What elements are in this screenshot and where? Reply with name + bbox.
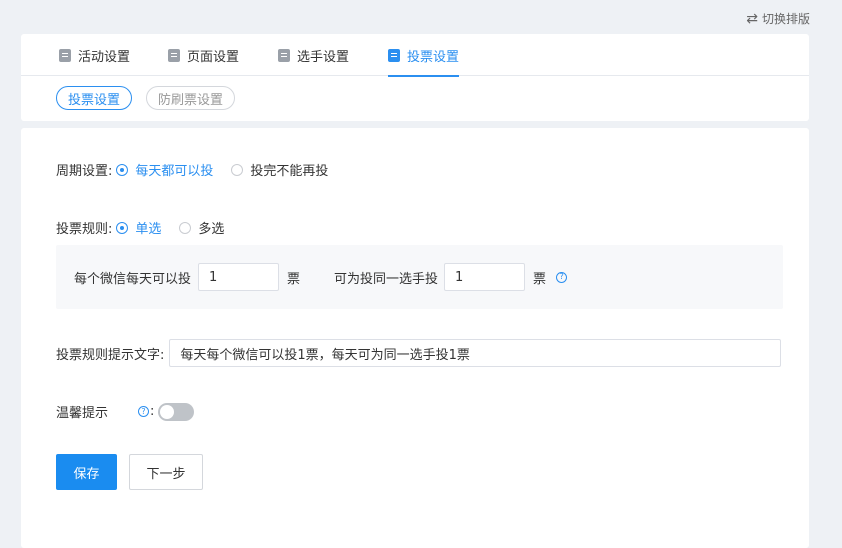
radio-multi-choice[interactable]: 多选 [179,218,224,237]
top-bar: ⇄ 切换排版 [0,0,842,34]
radio-circle-icon [116,221,129,234]
tab-player-settings[interactable]: 选手设置 [278,34,349,76]
action-buttons: 保存 下一步 [56,454,203,490]
tab-label: 页面设置 [187,49,240,65]
radio-circle-icon [231,163,244,176]
votes-unit-label: 票 [287,271,301,287]
player-icon [278,48,290,62]
votes-unit-label: 票 [533,271,547,287]
tip-text-label: 投票规则提示文字: [56,347,165,363]
settings-nav-card: 活动设置 页面设置 选手设置 投票设置 投票设置 防刷票设置 [21,34,809,121]
tab-page-settings[interactable]: 页面设置 [168,34,239,76]
cycle-setting-label: 周期设置: [56,164,113,179]
subtab-bar: 投票设置 防刷票设置 [56,86,236,110]
subtab-anti-cheat-settings[interactable]: 防刷票设置 [146,86,236,110]
same-player-label: 可为投同一选手投 [334,271,439,287]
radio-label: 每天都可以投 [135,164,214,179]
radio-circle-icon [116,163,129,176]
tip-text-row: 投票规则提示文字: [56,339,782,367]
page-icon [168,48,180,62]
switch-layout-label: 切换排版 [761,12,810,26]
save-button[interactable]: 保存 [56,454,117,490]
tab-label: 活动设置 [78,49,131,65]
swap-icon: ⇄ [746,10,758,27]
tab-label: 投票设置 [407,49,460,65]
tab-vote-settings[interactable]: 投票设置 [388,34,460,77]
reminder-toggle[interactable] [158,402,195,421]
same-player-votes-input[interactable] [444,263,526,291]
vote-rule-label: 投票规则: [56,222,113,237]
per-wechat-votes-input[interactable] [198,263,280,291]
vote-rule-row: 投票规则: 单选 多选 [56,218,238,237]
vote-settings-form: 周期设置: 每天都可以投 投完不能再投 投票规则: 单选 多选 每个微信每天可以… [21,128,809,548]
reminder-colon: : [150,404,155,419]
tab-activity-settings[interactable]: 活动设置 [59,34,130,76]
help-icon[interactable]: ? [556,271,568,283]
radio-once-only[interactable]: 投完不能再投 [231,160,328,179]
switch-layout-button[interactable]: ⇄ 切换排版 [746,10,810,27]
radio-label: 单选 [135,222,162,237]
radio-single-choice[interactable]: 单选 [116,218,161,237]
tab-label: 选手设置 [297,49,350,65]
radio-daily-vote[interactable]: 每天都可以投 [116,160,213,179]
calendar-icon [388,48,400,62]
next-step-button[interactable]: 下一步 [129,454,203,490]
radio-label: 多选 [198,222,225,237]
reminder-label: 温馨提示 [56,406,109,421]
radio-label: 投完不能再投 [250,164,329,179]
per-wechat-label: 每个微信每天可以投 [74,271,192,287]
reminder-row: 温馨提示 ? : [56,402,195,421]
cycle-setting-row: 周期设置: 每天都可以投 投完不能再投 [56,160,342,179]
tip-text-input[interactable] [169,339,782,367]
vote-limit-row: 每个微信每天可以投 票 可为投同一选手投 票 ? [74,263,568,291]
radio-circle-icon [179,221,192,234]
subtab-vote-settings[interactable]: 投票设置 [56,86,133,110]
help-icon[interactable]: ? [138,406,149,417]
tab-bar: 活动设置 页面设置 选手设置 投票设置 [21,34,809,77]
chat-icon [59,48,71,62]
vote-limit-panel: 每个微信每天可以投 票 可为投同一选手投 票 ? [56,245,783,309]
